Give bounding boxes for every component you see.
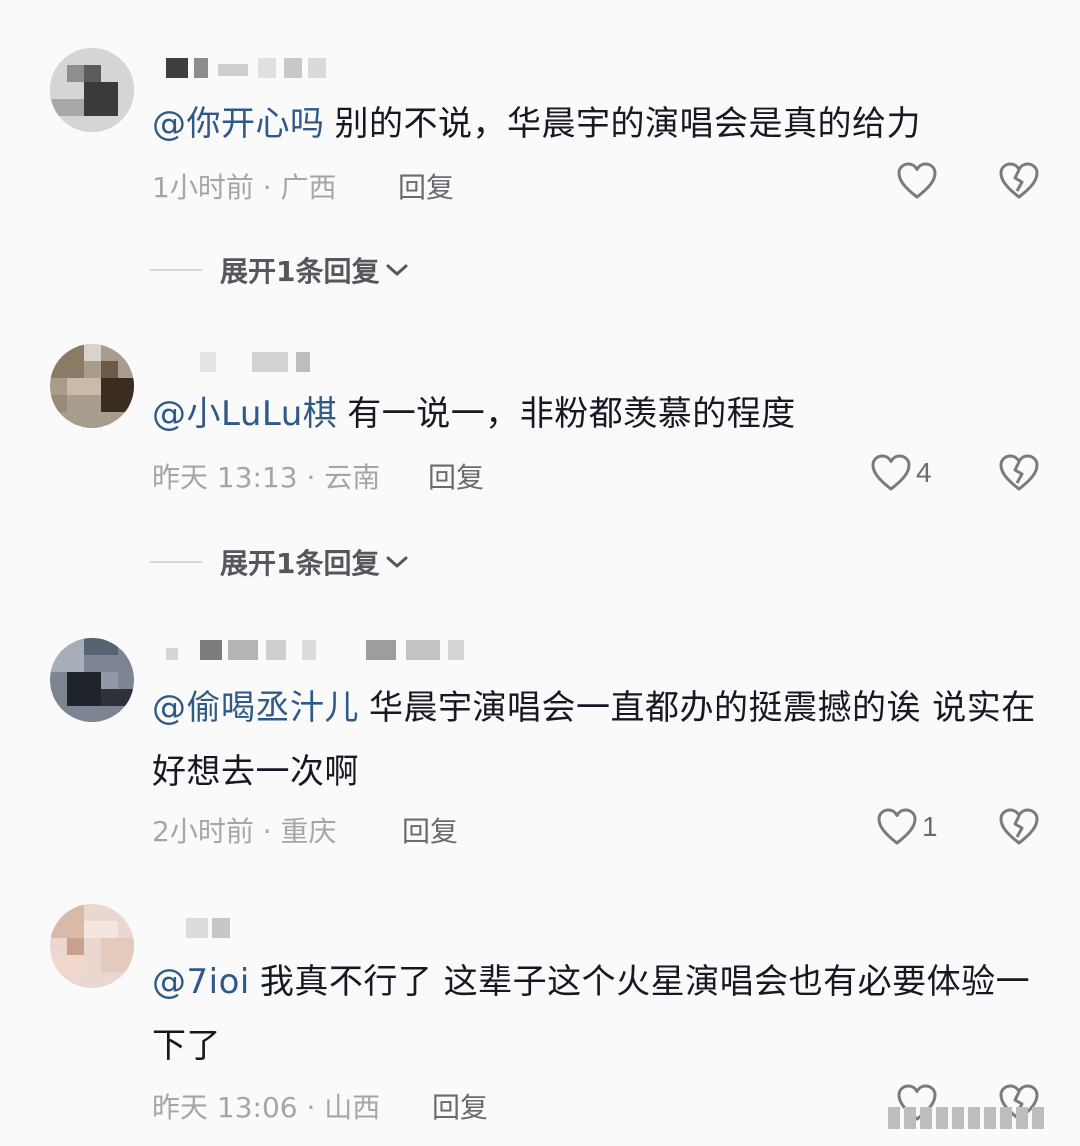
comment-meta: 2小时前 · 重庆 — [152, 815, 337, 848]
reply-button[interactable]: 回复 — [402, 810, 458, 850]
broken-heart-icon — [999, 808, 1039, 845]
mention-link[interactable]: @小LuLu棋 — [152, 394, 337, 434]
mention-link[interactable]: @偷喝丞汁儿 — [152, 688, 359, 728]
comment-content: 我真不行了 这辈子这个火星演唱会也有必要体验一下了 — [152, 962, 1031, 1066]
expand-replies-label: 展开1条回复 — [220, 255, 380, 288]
comment-text: @小LuLu棋 有一说一，非粉都羡慕的程度 — [152, 382, 1040, 446]
broken-heart-icon — [999, 454, 1039, 491]
like-count: 4 — [916, 457, 932, 488]
comment-meta: 1小时前 · 广西 — [152, 171, 337, 204]
chevron-down-icon — [386, 264, 408, 276]
comment-item: @你开心吗 别的不说，华晨宇的演唱会是真的给力 1小时前 · 广西 回复 展开1条… — [0, 0, 1080, 300]
reply-button[interactable]: 回复 — [428, 456, 484, 496]
watermark-blurred — [888, 1096, 1074, 1140]
broken-heart-icon — [999, 162, 1039, 199]
avatar[interactable] — [50, 344, 134, 428]
comment-meta: 昨天 13:06 · 山西 — [152, 1091, 381, 1124]
mention-link[interactable]: @你开心吗 — [152, 104, 325, 144]
comment-text: @7ioi 我真不行了 这辈子这个火星演唱会也有必要体验一下了 — [152, 950, 1040, 1078]
username-blurred — [166, 640, 476, 662]
like-button[interactable]: 4 — [870, 454, 932, 492]
mention-link[interactable]: @7ioi — [152, 962, 250, 1002]
comment-meta: 昨天 13:13 · 云南 — [152, 461, 381, 494]
dislike-button[interactable] — [998, 454, 1040, 492]
heart-outline-icon — [871, 454, 911, 491]
expand-replies-button[interactable]: 展开1条回复 — [150, 250, 409, 290]
comment-content: 别的不说，华晨宇的演唱会是真的给力 — [334, 104, 921, 144]
dislike-button[interactable] — [998, 162, 1040, 200]
dislike-button[interactable] — [998, 808, 1040, 846]
like-button[interactable]: 1 — [876, 808, 938, 846]
reply-button[interactable]: 回复 — [432, 1086, 488, 1126]
comment-text: @偷喝丞汁儿 华晨宇演唱会一直都办的挺震撼的诶 说实在好想去一次啊 — [152, 676, 1040, 804]
chevron-down-icon — [386, 556, 408, 568]
username-blurred — [166, 58, 336, 80]
avatar[interactable] — [50, 904, 134, 988]
divider-line — [150, 561, 202, 563]
comment-text: @你开心吗 别的不说，华晨宇的演唱会是真的给力 — [152, 92, 1040, 156]
expand-replies-button[interactable]: 展开1条回复 — [150, 542, 409, 582]
comment-content: 有一说一，非粉都羡慕的程度 — [347, 394, 796, 434]
comment-item: @小LuLu棋 有一说一，非粉都羡慕的程度 昨天 13:13 · 云南 回复 4 … — [0, 300, 1080, 600]
heart-outline-icon — [897, 162, 937, 199]
like-count: 1 — [922, 811, 938, 842]
heart-outline-icon — [877, 808, 917, 845]
reply-button[interactable]: 回复 — [398, 166, 454, 206]
username-blurred — [186, 918, 246, 940]
comment-item: @偷喝丞汁儿 华晨宇演唱会一直都办的挺震撼的诶 说实在好想去一次啊 2小时前 · … — [0, 610, 1080, 880]
avatar[interactable] — [50, 48, 134, 132]
avatar[interactable] — [50, 638, 134, 722]
divider-line — [150, 269, 202, 271]
expand-replies-label: 展开1条回复 — [220, 547, 380, 580]
like-button[interactable] — [896, 162, 942, 200]
username-blurred — [200, 352, 330, 374]
